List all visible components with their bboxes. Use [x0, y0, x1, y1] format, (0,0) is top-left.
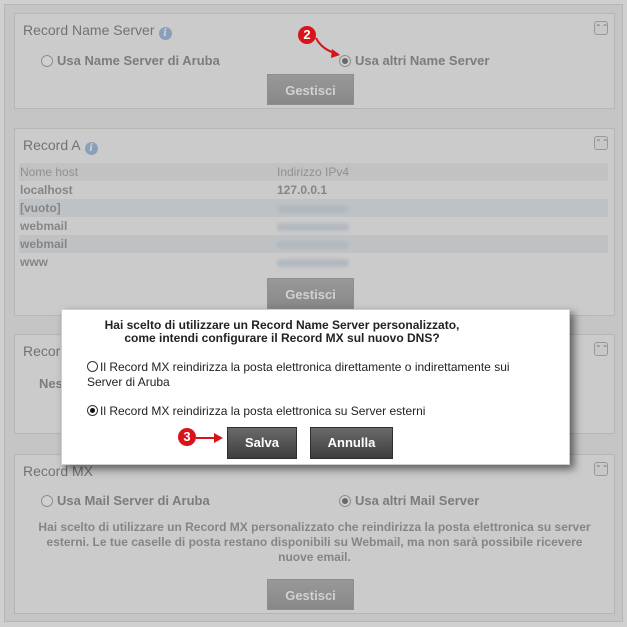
- dialog-option-aruba[interactable]: Il Record MX reindirizza la posta elettr…: [87, 360, 510, 390]
- step-3-arrow: [196, 433, 223, 443]
- step-2-badge: 2: [298, 26, 316, 44]
- dialog-option-external[interactable]: Il Record MX reindirizza la posta elettr…: [87, 404, 425, 419]
- cancel-button[interactable]: Annulla: [310, 427, 393, 459]
- step-3-badge: 3: [178, 428, 196, 446]
- step-2-arrow: [315, 37, 340, 58]
- radio-button[interactable]: [87, 361, 98, 372]
- save-button[interactable]: Salva: [227, 427, 297, 459]
- radio-button-checked[interactable]: [87, 405, 98, 416]
- mx-config-dialog: Hai scelto di utilizzare un Record Name …: [61, 309, 570, 465]
- dialog-question: Hai scelto di utilizzare un Record Name …: [104, 318, 460, 345]
